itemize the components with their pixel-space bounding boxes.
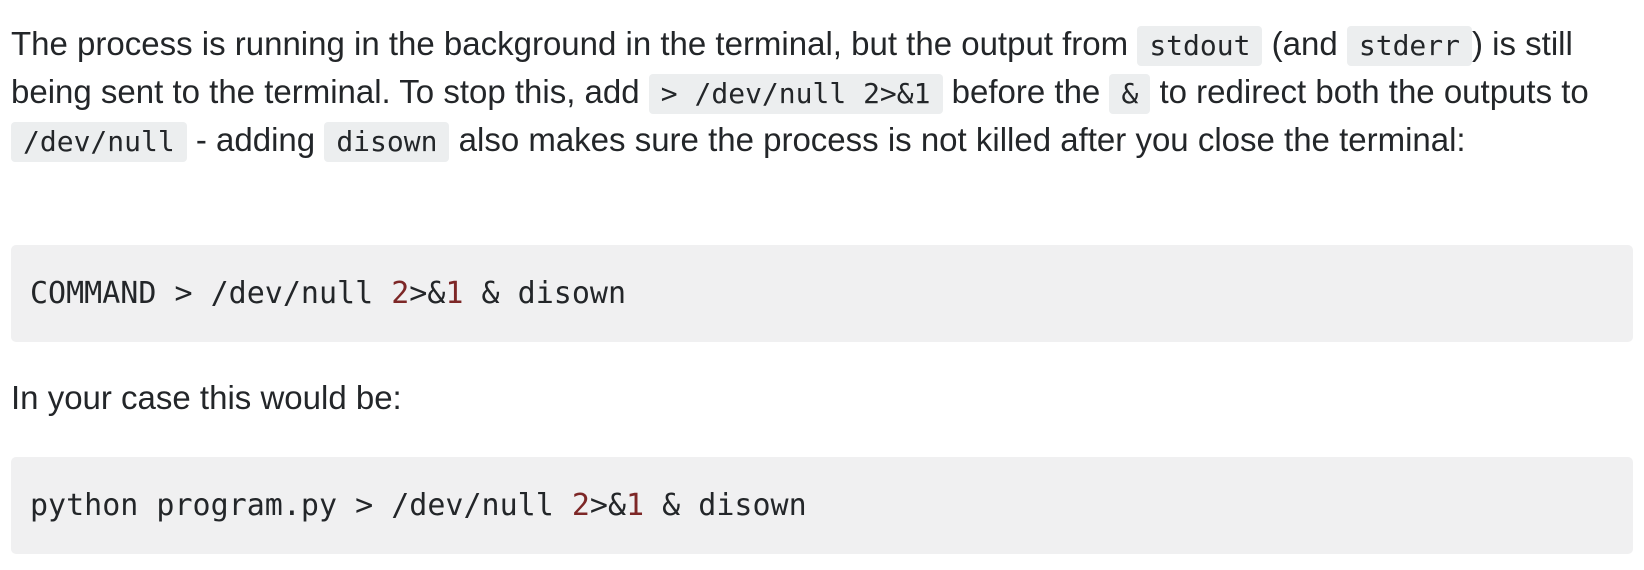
inline-code-disown: disown [324,122,450,162]
text-segment: also makes sure the process is not kille… [449,121,1466,158]
text-segment: - adding [186,121,325,158]
example-paragraph: In your case this would be: [11,379,402,416]
inline-code-stderr: stderr [1346,26,1473,66]
code-text: python program.py > /dev/null [30,488,572,523]
code-number: 1 [445,276,464,311]
text-segment: to redirect both the outputs to [1150,73,1589,110]
code-text: >& [589,488,627,523]
text-segment: before the [942,73,1110,110]
code-block-generic: COMMAND > /dev/null 2 >& 1 & disown [11,245,1633,342]
code-text: COMMAND > /dev/null [30,276,392,311]
inline-code-dev-null: /dev/null [11,122,187,162]
text-segment: (and [1262,25,1347,62]
code-number: 1 [626,488,645,523]
code-text: & disown [644,488,807,523]
code-text: & disown [463,276,627,311]
inline-code-ampersand: & [1109,74,1151,114]
code-number: 2 [391,276,410,311]
code-text: >& [409,276,446,311]
inline-code-stdout: stdout [1137,26,1263,66]
code-block-example: python program.py > /dev/null 2 >& 1 & dis… [11,457,1633,554]
text-segment: The process is running in the background… [11,25,1138,62]
inline-code-redirect: > /dev/null 2>&1 [648,74,943,114]
code-number: 2 [571,488,590,523]
explanation-paragraph: The process is running in the background… [11,21,1636,165]
